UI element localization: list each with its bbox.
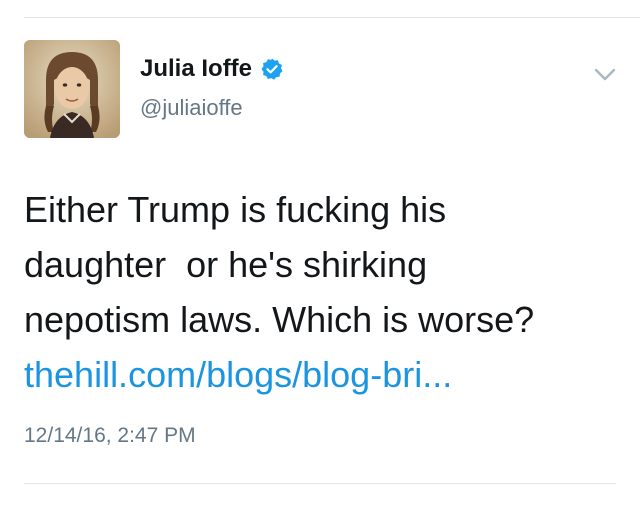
top-divider	[24, 17, 640, 18]
display-name[interactable]: Julia Ioffe	[140, 55, 252, 83]
tweet-text-line: daughter or he's shirking	[24, 244, 428, 285]
bottom-divider	[24, 483, 616, 484]
avatar-photo	[24, 40, 120, 138]
verified-badge-icon	[260, 57, 284, 81]
tweet-text-line: nepotism laws. Which is worse?	[24, 299, 535, 340]
author-handle[interactable]: @juliaioffe	[140, 95, 243, 121]
tweet-text-line: Either Trump is fucking his	[24, 189, 447, 230]
author-name-row[interactable]: Julia Ioffe	[140, 55, 284, 83]
chevron-down-icon[interactable]	[594, 68, 616, 82]
tweet-text: Either Trump is fucking his daughter or …	[24, 182, 624, 402]
avatar[interactable]	[24, 40, 120, 138]
tweet-link[interactable]: thehill.com/blogs/blog-bri...	[24, 354, 452, 395]
timestamp[interactable]: 12/14/16, 2:47 PM	[24, 424, 196, 448]
